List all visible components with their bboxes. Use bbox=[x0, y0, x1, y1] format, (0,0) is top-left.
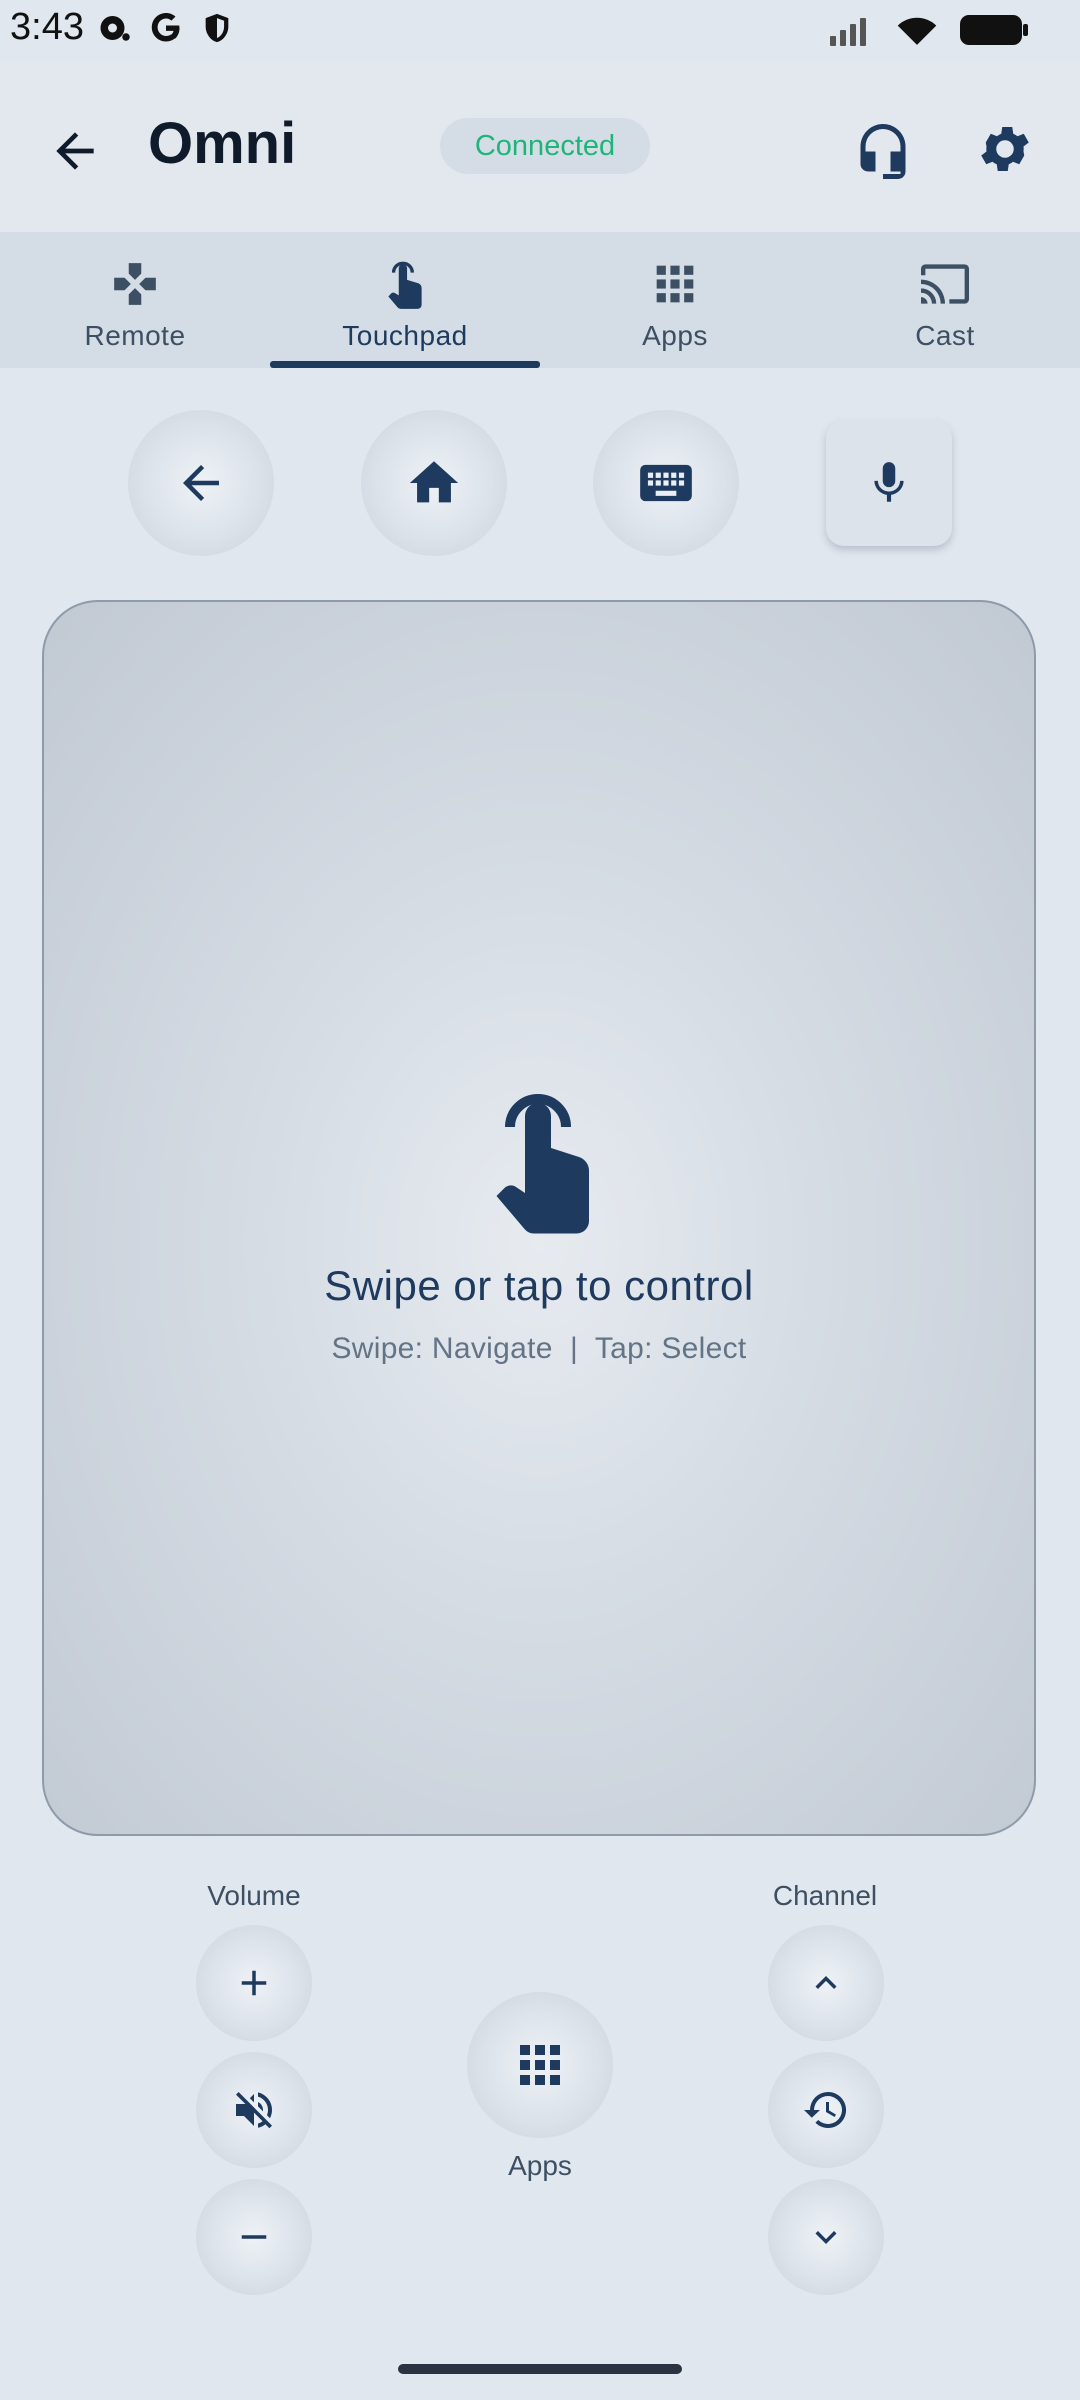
status-time: 3:43 bbox=[10, 6, 84, 48]
headset-icon bbox=[860, 124, 906, 179]
touch-hand-icon bbox=[496, 1094, 589, 1234]
home-indicator[interactable] bbox=[398, 2364, 682, 2374]
channel-down-button[interactable] bbox=[768, 2179, 884, 2295]
app-title: Omni bbox=[148, 111, 297, 176]
app-bar: Omni Connected bbox=[0, 62, 1080, 232]
battery-icon bbox=[960, 15, 1028, 45]
touchpad-area[interactable]: Swipe or tap to control Swipe: Navigate … bbox=[42, 600, 1036, 1836]
wifi-icon bbox=[897, 17, 937, 45]
tab-apps[interactable]: Apps bbox=[540, 232, 810, 368]
mute-button[interactable] bbox=[196, 2052, 312, 2168]
tab-label: Cast bbox=[915, 320, 975, 351]
cast-icon bbox=[921, 264, 969, 304]
volume-up-button[interactable] bbox=[196, 1925, 312, 2041]
active-tab-indicator bbox=[270, 361, 540, 368]
gamepad-icon bbox=[114, 263, 156, 305]
tab-label: Touchpad bbox=[342, 320, 468, 351]
voice-button[interactable] bbox=[826, 420, 952, 546]
keyboard-button[interactable] bbox=[593, 410, 739, 556]
gear-icon bbox=[981, 127, 1029, 171]
screen: 3:43 Omni Connected Remote Touchpad Apps… bbox=[0, 0, 1080, 2400]
home-button[interactable] bbox=[361, 410, 507, 556]
history-icon bbox=[804, 2092, 847, 2128]
keyboard-icon bbox=[640, 464, 692, 502]
apps-button[interactable] bbox=[467, 1992, 613, 2138]
touchpad-hint: Swipe: Navigate | Tap: Select bbox=[331, 1332, 747, 1365]
chevron-up-icon bbox=[815, 1976, 837, 1989]
tab-remote[interactable]: Remote bbox=[0, 232, 270, 368]
channel-up-button[interactable] bbox=[768, 1925, 884, 2041]
minus-icon bbox=[241, 2235, 267, 2239]
connection-status-badge: Connected bbox=[440, 118, 650, 174]
apps-grid-icon bbox=[520, 2045, 560, 2085]
channel-label: Channel bbox=[772, 1880, 878, 1911]
shield-icon bbox=[205, 13, 229, 43]
history-button[interactable] bbox=[768, 2052, 884, 2168]
volume-off-icon bbox=[236, 2092, 273, 2129]
arrow-left-icon bbox=[56, 132, 94, 170]
tab-bar: Remote Touchpad Apps Cast bbox=[0, 232, 1080, 368]
tab-label: Apps bbox=[642, 320, 708, 351]
mic-icon bbox=[874, 462, 904, 502]
apps-button-label: Apps bbox=[508, 2150, 572, 2181]
google-icon bbox=[151, 13, 180, 42]
back-button[interactable] bbox=[40, 116, 110, 186]
chevron-down-icon bbox=[815, 2231, 837, 2244]
volume-label: Volume bbox=[207, 1880, 301, 1911]
touchpad-title: Swipe or tap to control bbox=[324, 1262, 754, 1309]
tab-touchpad[interactable]: Touchpad bbox=[270, 232, 540, 368]
plus-icon bbox=[241, 1970, 267, 1996]
home-icon bbox=[409, 461, 459, 503]
apps-grid-icon bbox=[656, 265, 694, 303]
volume-down-button[interactable] bbox=[196, 2179, 312, 2295]
back-icon bbox=[183, 465, 219, 501]
nav-back-button[interactable] bbox=[128, 410, 274, 556]
notification-icon bbox=[100, 16, 130, 41]
tab-cast[interactable]: Cast bbox=[810, 232, 1080, 368]
status-left-icons bbox=[96, 10, 234, 46]
headset-button[interactable] bbox=[848, 114, 918, 184]
status-bar: 3:43 bbox=[0, 0, 1080, 62]
status-right-icons bbox=[828, 12, 1030, 48]
touch-icon bbox=[388, 261, 422, 309]
tab-label: Remote bbox=[84, 320, 186, 351]
signal-icon bbox=[830, 18, 866, 46]
settings-button[interactable] bbox=[970, 114, 1040, 184]
